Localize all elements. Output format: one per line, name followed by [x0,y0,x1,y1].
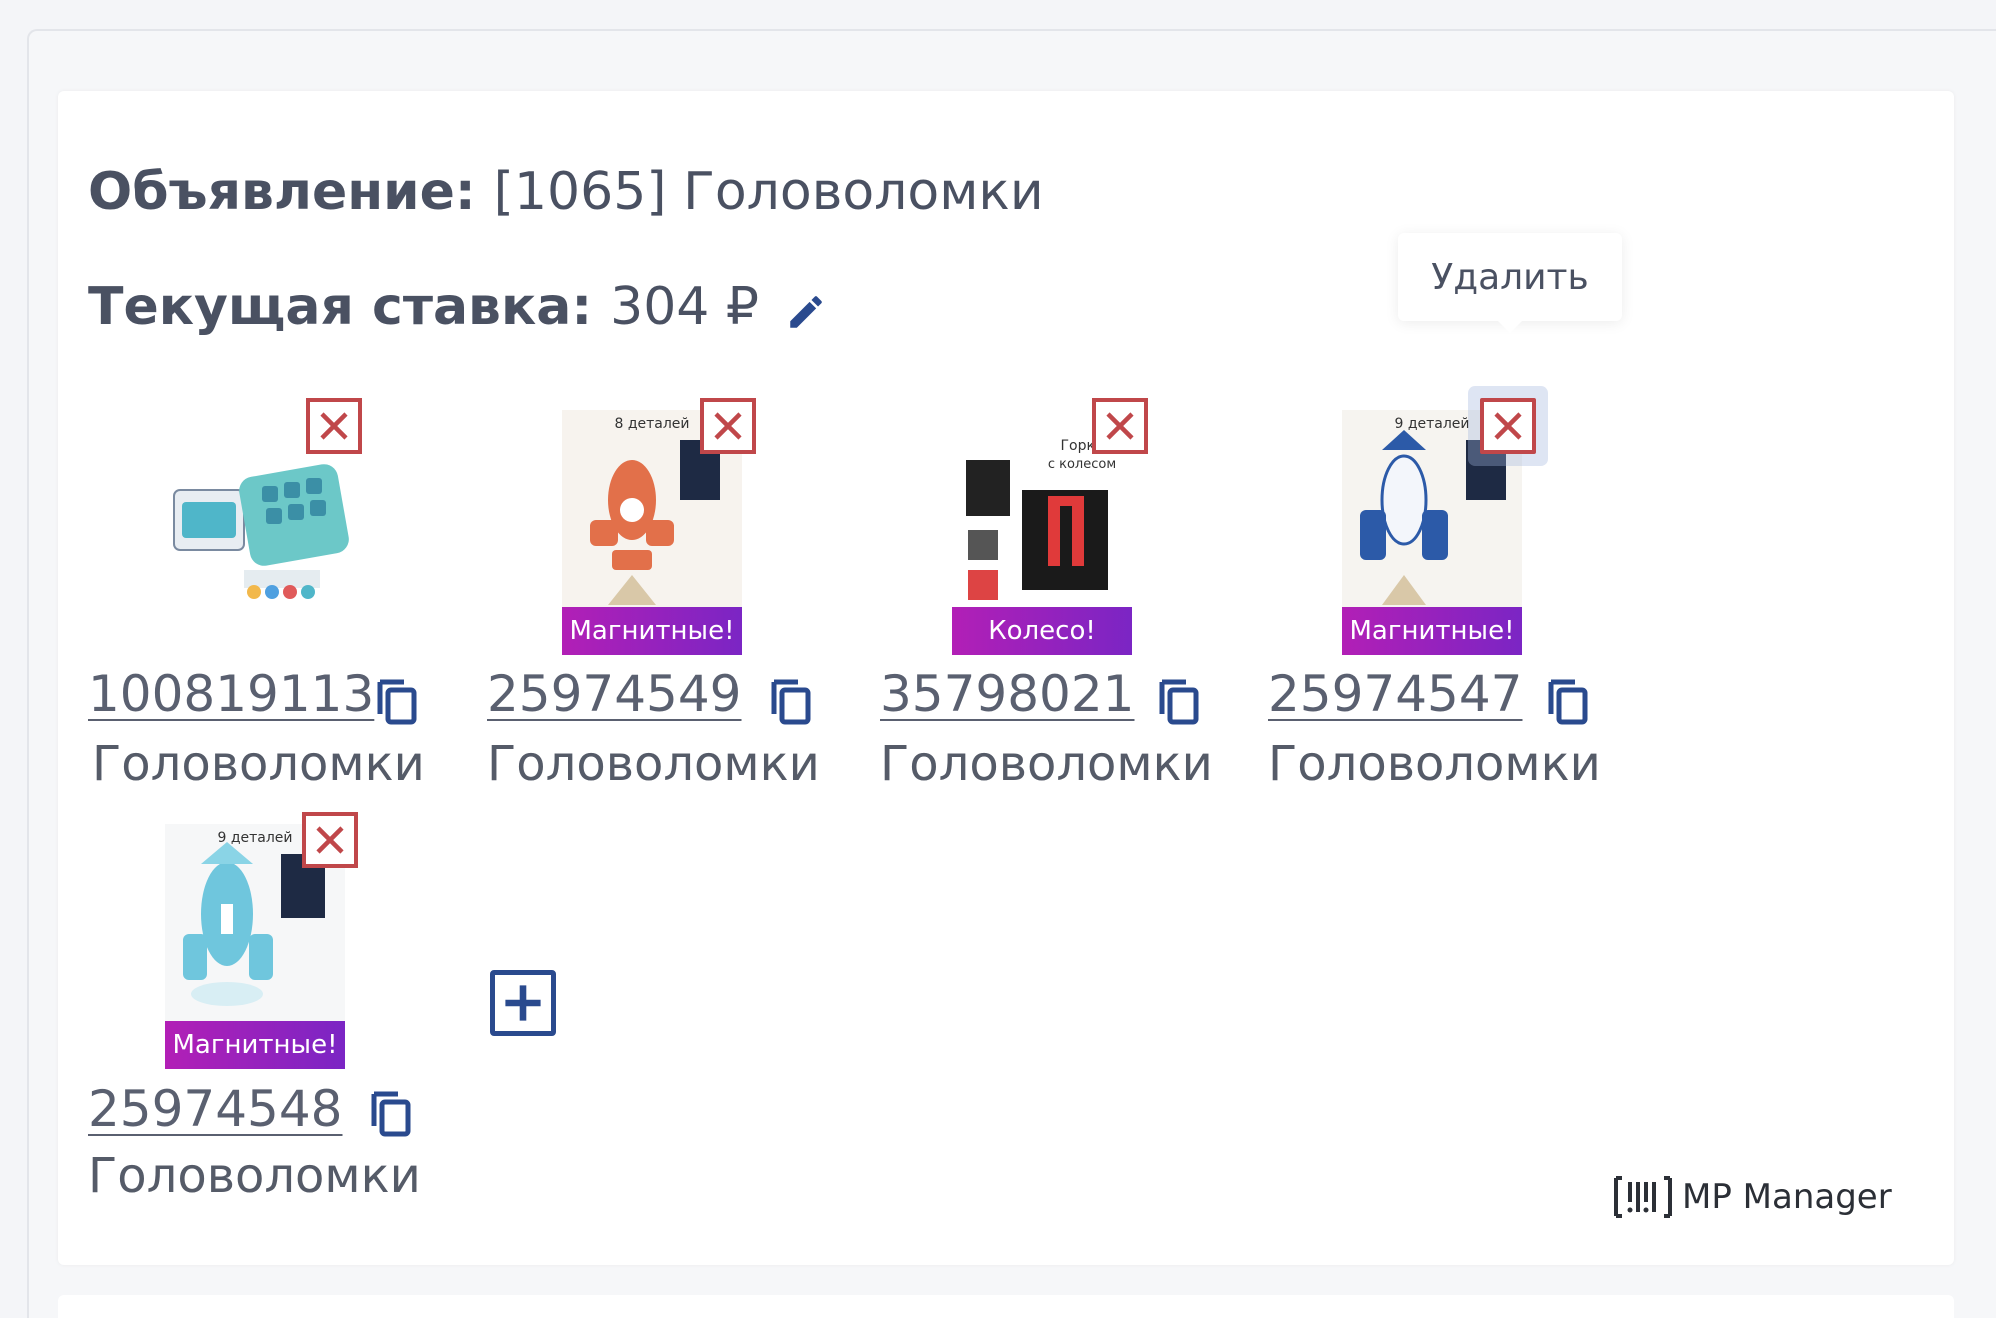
product-id-link[interactable]: 35798021 [880,665,1135,723]
product-id-link[interactable]: 25974548 [88,1080,343,1138]
close-icon [316,826,344,854]
delete-tooltip: Удалить [1398,233,1622,333]
product-badge: Магнитные! [1342,607,1522,655]
brand-name: MP Manager [1682,1177,1892,1217]
delete-button[interactable] [302,812,358,868]
product-category: Головоломки [92,736,425,792]
product-category: Головоломки [1268,736,1601,792]
svg-text:8 деталей: 8 деталей [614,416,689,432]
svg-text:9 деталей: 9 деталей [1394,416,1469,432]
bid-value: 304 ₽ [610,277,760,337]
delete-button[interactable] [1092,398,1148,454]
product-category: Головоломки [880,736,1213,792]
ad-title-row: Объявление: [1065] Головоломки [88,162,1044,222]
product-id-link[interactable]: 25974547 [1268,665,1523,723]
product-badge: Магнитные! [165,1021,345,1069]
next-card [58,1295,1954,1318]
close-icon [1494,412,1522,440]
brand-logo: MP Manager [1612,1172,1892,1222]
product-badge: Колесо! [952,607,1132,655]
bid-label: Текущая ставка: [88,277,593,337]
delete-button[interactable] [700,398,756,454]
delete-button[interactable] [1480,398,1536,454]
add-product-button[interactable] [490,970,556,1036]
copy-icon[interactable] [1156,676,1200,726]
product-id-link[interactable]: 100819113 [88,665,374,723]
close-icon [714,412,742,440]
plus-icon [505,985,541,1021]
product-id-link[interactable]: 25974549 [487,665,742,723]
delete-button[interactable] [306,398,362,454]
close-icon [1106,412,1134,440]
copy-icon[interactable] [768,676,812,726]
copy-icon[interactable] [1545,676,1589,726]
product-category: Головоломки [88,1148,421,1204]
barcode-icon [1614,1176,1672,1218]
copy-icon[interactable] [368,1088,412,1138]
product-badge: Магнитные! [562,607,742,655]
svg-text:с колесом: с колесом [1048,457,1116,472]
bid-row: Текущая ставка: 304 ₽ [88,277,827,337]
ad-label: Объявление: [88,162,476,222]
product-category: Головоломки [487,736,820,792]
pencil-icon[interactable] [785,286,827,328]
ad-value: [1065] Головоломки [493,162,1044,222]
close-icon [320,412,348,440]
copy-icon[interactable] [374,676,418,726]
